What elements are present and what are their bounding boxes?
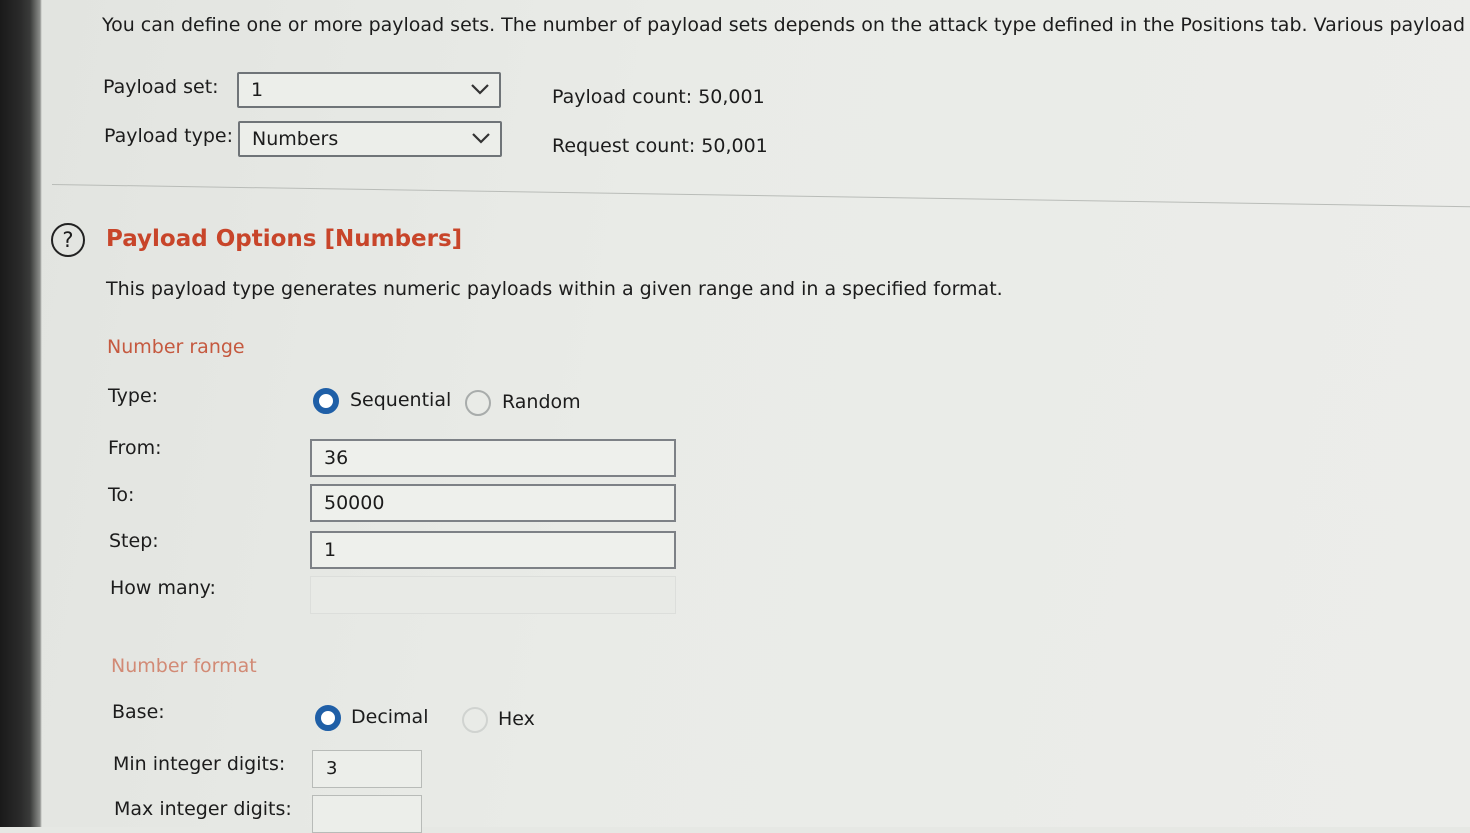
- type-label: Type:: [108, 385, 159, 407]
- to-input[interactable]: 50000: [310, 484, 676, 522]
- random-radio[interactable]: [465, 390, 491, 416]
- request-count: Request count: 50,001: [552, 135, 768, 157]
- number-format-heading: Number format: [111, 655, 257, 677]
- payloads-panel: You can define one or more payload sets.…: [42, 0, 1470, 833]
- step-value: 1: [324, 539, 337, 561]
- min-integer-digits-value: 3: [326, 758, 338, 779]
- decimal-radio[interactable]: [315, 705, 341, 731]
- max-integer-digits-label: Max integer digits:: [114, 798, 292, 820]
- request-count-value: 50,001: [701, 135, 768, 157]
- step-label: Step:: [109, 530, 159, 552]
- decimal-radio-label[interactable]: Decimal: [351, 706, 428, 728]
- step-input[interactable]: 1: [310, 531, 676, 569]
- base-label: Base:: [112, 701, 165, 723]
- section-divider: [51, 184, 1470, 208]
- max-integer-digits-input[interactable]: [312, 795, 422, 833]
- from-label: From:: [108, 437, 162, 459]
- payload-sets-intro: You can define one or more payload sets.…: [102, 14, 1470, 36]
- chevron-down-icon: [472, 133, 490, 144]
- min-integer-digits-input[interactable]: 3: [312, 750, 422, 788]
- payload-set-value: 1: [251, 79, 264, 101]
- payload-options-title: Payload Options [Numbers]: [106, 226, 463, 252]
- sequential-radio[interactable]: [313, 388, 339, 414]
- payload-type-dropdown[interactable]: Numbers: [238, 121, 502, 157]
- to-label: To:: [108, 484, 135, 506]
- hex-radio-label[interactable]: Hex: [498, 708, 535, 730]
- payload-count: Payload count: 50,001: [552, 86, 765, 108]
- from-value: 36: [324, 447, 349, 469]
- payload-set-label: Payload set:: [103, 76, 219, 98]
- random-radio-label[interactable]: Random: [502, 391, 581, 413]
- to-value: 50000: [324, 492, 385, 514]
- payload-type-label: Payload type:: [104, 125, 233, 147]
- payload-count-label: Payload count:: [552, 86, 693, 108]
- payload-count-value: 50,001: [698, 86, 765, 108]
- payload-set-dropdown[interactable]: 1: [237, 72, 501, 108]
- sequential-radio-label[interactable]: Sequential: [350, 389, 451, 411]
- number-range-heading: Number range: [107, 336, 245, 358]
- help-icon[interactable]: ?: [51, 223, 85, 257]
- from-input[interactable]: 36: [310, 439, 676, 477]
- chevron-down-icon: [471, 84, 489, 95]
- payload-type-value: Numbers: [252, 128, 339, 150]
- hex-radio[interactable]: [462, 707, 488, 733]
- request-count-label: Request count:: [552, 135, 696, 157]
- min-integer-digits-label: Min integer digits:: [113, 753, 286, 775]
- how-many-input: [310, 576, 676, 614]
- screen-bezel: [0, 0, 42, 827]
- how-many-label: How many:: [110, 577, 216, 599]
- payload-options-description: This payload type generates numeric payl…: [106, 278, 1003, 300]
